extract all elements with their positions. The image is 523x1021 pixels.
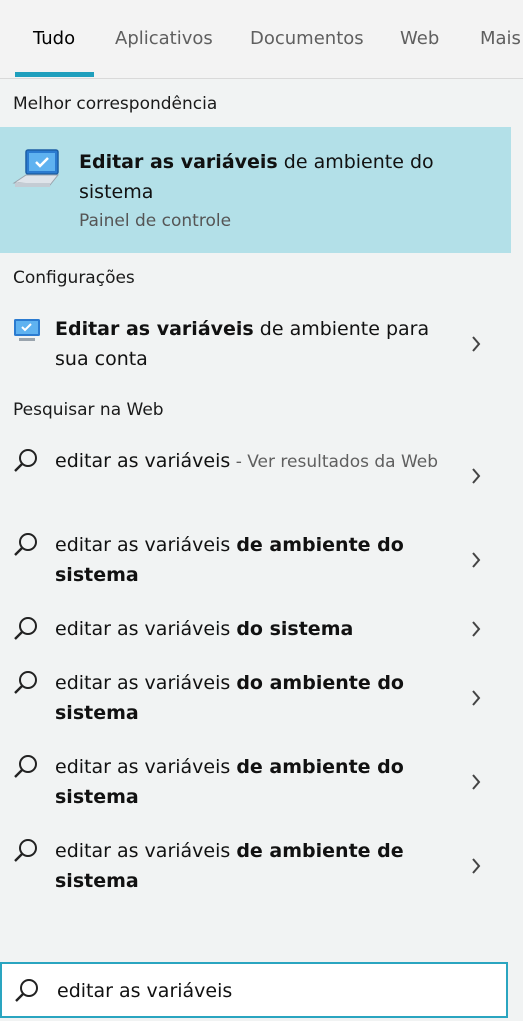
- active-tab-indicator: [15, 72, 94, 77]
- web-suggestion[interactable]: editar as variáveis de ambiente de siste…: [0, 832, 511, 902]
- best-match-title: Editar as variáveis de ambiente do siste…: [79, 151, 434, 203]
- search-input[interactable]: [55, 974, 489, 1008]
- system-properties-icon: [12, 149, 60, 187]
- tab-web[interactable]: Web: [400, 28, 439, 49]
- search-icon: [15, 979, 38, 1002]
- settings-result-text: Editar as variáveis de ambiente para sua…: [55, 318, 430, 370]
- web-result-text: editar as variáveis - Ver resultados da …: [55, 450, 439, 472]
- filter-tabs: Tudo Aplicativos Documentos Web Mais: [0, 0, 523, 79]
- best-match-subtitle: Painel de controle: [79, 211, 232, 231]
- settings-header: Configurações: [13, 268, 135, 288]
- search-icon: [14, 839, 37, 862]
- tab-aplicativos[interactable]: Aplicativos: [115, 28, 213, 49]
- search-icon: [14, 671, 37, 694]
- web-suggestion[interactable]: editar as variáveis de ambiente do siste…: [0, 526, 511, 596]
- web-suggestion-text: editar as variáveis do sistema: [55, 618, 354, 640]
- web-suggestion[interactable]: editar as variáveis do sistema: [0, 610, 511, 650]
- web-search-header: Pesquisar na Web: [13, 400, 164, 420]
- web-result[interactable]: editar as variáveis - Ver resultados da …: [0, 442, 511, 512]
- search-icon: [14, 449, 37, 472]
- chevron-right-icon: [472, 468, 481, 484]
- chevron-right-icon: [472, 690, 481, 706]
- monitor-settings-icon: [14, 319, 40, 341]
- chevron-right-icon: [472, 774, 481, 790]
- tab-mais[interactable]: Mais: [480, 28, 521, 49]
- search-icon: [14, 533, 37, 556]
- chevron-right-icon: [472, 336, 481, 352]
- best-match-result[interactable]: Editar as variáveis de ambiente do siste…: [0, 127, 511, 253]
- tab-tudo[interactable]: Tudo: [33, 28, 75, 49]
- chevron-right-icon: [472, 621, 481, 637]
- web-suggestion-text: editar as variáveis de ambiente do siste…: [55, 756, 404, 808]
- web-suggestion[interactable]: editar as variáveis de ambiente do siste…: [0, 748, 511, 818]
- tab-documentos[interactable]: Documentos: [250, 28, 364, 49]
- settings-result[interactable]: Editar as variáveis de ambiente para sua…: [0, 310, 511, 380]
- web-suggestion-text: editar as variáveis de ambiente do siste…: [55, 534, 404, 586]
- search-icon: [14, 617, 37, 640]
- web-suggestion-text: editar as variáveis do ambiente do siste…: [55, 672, 404, 724]
- best-match-header: Melhor correspondência: [13, 94, 218, 114]
- search-icon: [14, 755, 37, 778]
- web-suggestion[interactable]: editar as variáveis do ambiente do siste…: [0, 664, 511, 734]
- search-box: [0, 962, 508, 1018]
- chevron-right-icon: [472, 858, 481, 874]
- web-suggestion-text: editar as variáveis de ambiente de siste…: [55, 840, 404, 892]
- chevron-right-icon: [472, 552, 481, 568]
